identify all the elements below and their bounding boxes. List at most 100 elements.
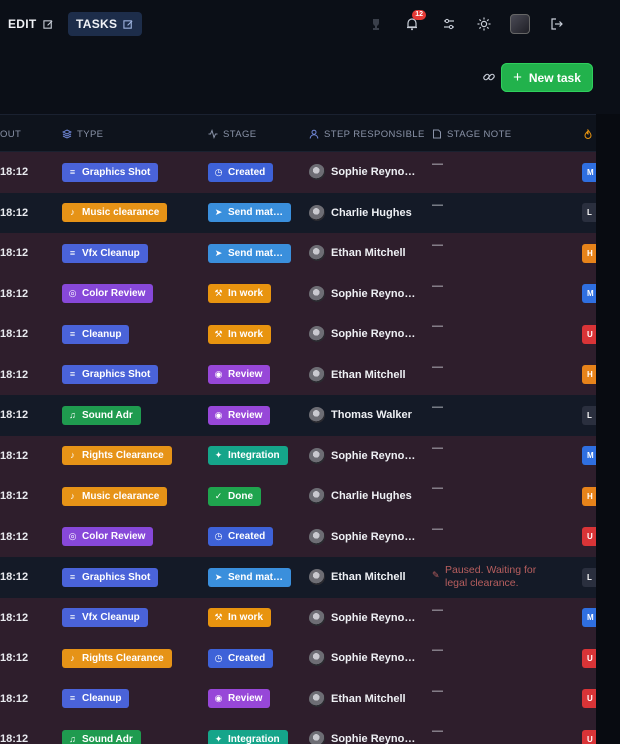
type-tag[interactable]: ♫ Sound Adr — [62, 405, 141, 425]
type-tag[interactable]: ≡ Graphics Shot — [62, 567, 159, 587]
responsible-cell[interactable]: Charlie Hughes — [309, 476, 412, 517]
stage-cell[interactable]: ◷ Created — [208, 638, 274, 679]
stage-tag[interactable]: ◉ Review — [208, 365, 271, 385]
table-row[interactable]: 18:12 ≡ Cleanup ⚒ In work Sophie Reyno… — U — [0, 314, 596, 355]
stage-cell[interactable]: ✦ Integration — [208, 436, 288, 477]
table-row[interactable]: 18:12 ◎ Color Review ◷ Created Sophie Reyno… —… — [0, 516, 596, 558]
priority-cell[interactable]: H — [582, 355, 596, 396]
type-cell[interactable]: ≡ Graphics Shot — [62, 152, 159, 193]
stage-tag[interactable]: ➤ Send mat… — [208, 243, 292, 263]
type-tag[interactable]: ≡ Cleanup — [62, 324, 130, 344]
priority-cell[interactable]: U — [582, 638, 596, 679]
type-cell[interactable]: ♫ Sound Adr — [62, 395, 141, 436]
table-row[interactable]: 18:12 ♪ Music clearance ➤ Send mat… Charlie H… — [0, 192, 596, 234]
responsible-cell[interactable]: Sophie Reyno… — [309, 719, 415, 744]
type-cell[interactable]: ♪ Rights Clearance — [62, 638, 172, 679]
user-avatar[interactable] — [510, 14, 530, 34]
priority-cell[interactable]: U — [582, 719, 596, 744]
type-tag[interactable]: ≡ Cleanup — [62, 689, 130, 709]
column-header-stage[interactable]: STAGE — [208, 115, 257, 153]
type-cell[interactable]: ◎ Color Review — [62, 517, 154, 558]
type-tag[interactable]: ♫ Sound Adr — [62, 729, 141, 744]
tab-edit[interactable]: EDIT — [0, 12, 62, 36]
responsible-cell[interactable]: Sophie Reyno… — [309, 152, 415, 193]
responsible-cell[interactable]: Ethan Mitchell — [309, 679, 406, 720]
type-tag[interactable]: ◎ Color Review — [62, 284, 154, 304]
stage-tag[interactable]: ✓ Done — [208, 486, 261, 506]
priority-cell[interactable]: M — [582, 598, 596, 639]
table-row[interactable]: 18:12 ◎ Color Review ⚒ In work Sophie Reyno… —… — [0, 273, 596, 315]
priority-cell[interactable]: H — [582, 476, 596, 517]
responsible-cell[interactable]: Ethan Mitchell — [309, 557, 406, 598]
column-header-responsible[interactable]: STEP RESPONSIBLE — [309, 115, 425, 153]
priority-cell[interactable]: H — [582, 233, 596, 274]
column-header-out[interactable]: OUT — [0, 115, 21, 153]
sliders-icon[interactable] — [439, 14, 459, 34]
responsible-cell[interactable]: Thomas Walker — [309, 395, 412, 436]
type-tag[interactable]: ♪ Rights Clearance — [62, 648, 172, 668]
priority-cell[interactable]: L — [582, 395, 596, 436]
stage-tag[interactable]: ➤ Send mat… — [208, 203, 292, 223]
type-tag[interactable]: ♪ Music clearance — [62, 486, 168, 506]
stage-tag[interactable]: ➤ Send mat… — [208, 567, 292, 587]
type-cell[interactable]: ≡ Graphics Shot — [62, 557, 159, 598]
table-row[interactable]: 18:12 ♪ Rights Clearance ✦ Integration Sophie… — [0, 435, 596, 477]
type-cell[interactable]: ≡ Cleanup — [62, 679, 130, 720]
table-row[interactable]: 18:12 ♫ Sound Adr ✦ Integration Sophie Reyno…… — [0, 719, 596, 744]
column-header-note[interactable]: STAGE NOTE — [432, 115, 512, 153]
column-header-priority[interactable] — [583, 115, 593, 153]
type-tag[interactable]: ♪ Music clearance — [62, 203, 168, 223]
stage-tag[interactable]: ◷ Created — [208, 648, 274, 668]
stage-cell[interactable]: ◉ Review — [208, 355, 271, 396]
stage-cell[interactable]: ✓ Done — [208, 476, 261, 517]
type-cell[interactable]: ♪ Rights Clearance — [62, 436, 172, 477]
priority-cell[interactable]: L — [582, 193, 596, 234]
type-cell[interactable]: ♪ Music clearance — [62, 476, 168, 517]
responsible-cell[interactable]: Ethan Mitchell — [309, 233, 406, 274]
table-row[interactable]: 18:12 ♫ Sound Adr ◉ Review Thomas Walker — L — [0, 395, 596, 436]
copy-link-button[interactable] — [480, 68, 498, 86]
type-cell[interactable]: ≡ Vfx Cleanup — [62, 233, 148, 274]
trophy-icon[interactable] — [366, 14, 386, 34]
responsible-cell[interactable]: Sophie Reyno… — [309, 436, 415, 477]
stage-cell[interactable]: ✦ Integration — [208, 719, 288, 744]
priority-cell[interactable]: L — [582, 557, 596, 598]
tab-tasks[interactable]: TASKS — [68, 12, 143, 36]
type-cell[interactable]: ≡ Cleanup — [62, 314, 130, 355]
stage-cell[interactable]: ◉ Review — [208, 679, 271, 720]
stage-tag[interactable]: ◉ Review — [208, 689, 271, 709]
stage-tag[interactable]: ⚒ In work — [208, 608, 272, 628]
table-row[interactable]: 18:12 ♪ Music clearance ✓ Done Charlie Hughes… — [0, 476, 596, 517]
type-tag[interactable]: ≡ Vfx Cleanup — [62, 243, 148, 263]
type-cell[interactable]: ♪ Music clearance — [62, 193, 168, 234]
type-tag[interactable]: ≡ Vfx Cleanup — [62, 608, 148, 628]
stage-cell[interactable]: ➤ Send mat… — [208, 193, 292, 234]
table-row[interactable]: 18:12 ≡ Vfx Cleanup ⚒ In work Sophie Reyno… — M — [0, 597, 596, 639]
new-task-button[interactable]: + New task — [501, 63, 593, 92]
stage-cell[interactable]: ➤ Send mat… — [208, 233, 292, 274]
stage-cell[interactable]: ⚒ In work — [208, 598, 272, 639]
column-header-type[interactable]: TYPE — [62, 115, 103, 153]
responsible-cell[interactable]: Sophie Reyno… — [309, 598, 415, 639]
stage-tag[interactable]: ✦ Integration — [208, 446, 288, 466]
logout-icon[interactable] — [547, 14, 567, 34]
stage-tag[interactable]: ✦ Integration — [208, 729, 288, 744]
responsible-cell[interactable]: Sophie Reyno… — [309, 638, 415, 679]
stage-cell[interactable]: ⚒ In work — [208, 274, 272, 315]
type-tag[interactable]: ≡ Graphics Shot — [62, 162, 159, 182]
responsible-cell[interactable]: Ethan Mitchell — [309, 355, 406, 396]
type-cell[interactable]: ≡ Graphics Shot — [62, 355, 159, 396]
table-row[interactable]: 18:12 ≡ Graphics Shot ◷ Created Sophie Reyno…… — [0, 152, 596, 193]
type-cell[interactable]: ≡ Vfx Cleanup — [62, 598, 148, 639]
stage-cell[interactable]: ◷ Created — [208, 152, 274, 193]
sun-icon[interactable] — [474, 14, 494, 34]
stage-cell[interactable]: ◉ Review — [208, 395, 271, 436]
stage-cell[interactable]: ⚒ In work — [208, 314, 272, 355]
table-row[interactable]: 18:12 ≡ Vfx Cleanup ➤ Send mat… Ethan Mitchel… — [0, 233, 596, 274]
priority-cell[interactable]: M — [582, 274, 596, 315]
table-row[interactable]: 18:12 ≡ Cleanup ◉ Review Ethan Mitchell — U — [0, 678, 596, 720]
note-cell[interactable]: ✎ Paused. Waiting for legal clearance. — [432, 557, 542, 598]
stage-tag[interactable]: ◉ Review — [208, 405, 271, 425]
table-row[interactable]: 18:12 ≡ Graphics Shot ◉ Review Ethan Mitchell… — [0, 354, 596, 396]
stage-tag[interactable]: ◷ Created — [208, 527, 274, 547]
